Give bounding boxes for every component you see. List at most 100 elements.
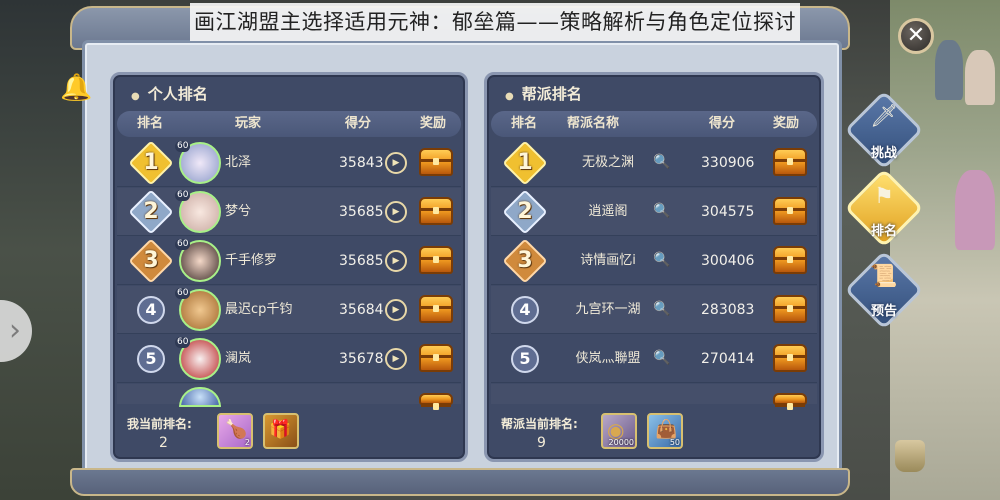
treasure-chest-icon[interactable] — [419, 295, 453, 323]
table-row[interactable]: 4 60 晨迟cp千钧 35684 ▶ — [117, 286, 461, 334]
player-name: 北泽 — [225, 155, 252, 170]
play-icon[interactable]: ▶ — [385, 152, 407, 174]
rank-number: 1 — [143, 150, 159, 175]
avatar — [179, 387, 221, 407]
guild-ranking-panel: ● 帮派排名 排名 帮派名称 得分 奖励 1 无极之渊 🔍 330906 2 逍遥… — [484, 72, 824, 462]
column-player: 玩家 — [235, 116, 262, 131]
npc-figure — [955, 170, 995, 250]
panel-title: ● 帮派排名 — [505, 85, 582, 103]
treasure-chest-icon[interactable] — [773, 148, 807, 176]
npc-figure — [935, 40, 963, 100]
reward-item-slot[interactable]: ◉ 20000 — [601, 413, 637, 449]
treasure-chest-icon[interactable] — [773, 246, 807, 274]
reward-item-slot[interactable]: 👜 50 — [647, 413, 683, 449]
score-value: 35678 — [339, 351, 384, 367]
rank-number: 5 — [137, 345, 165, 373]
search-icon[interactable]: 🔍 — [653, 153, 671, 171]
treasure-chest-icon[interactable] — [773, 197, 807, 225]
personal-ranking-panel: ● 个人排名 排名 玩家 得分 奖励 1 60 北泽 35843 ▶ 2 60 梦… — [110, 72, 468, 462]
table-row[interactable]: 3 60 千手修罗 35685 ▶ — [117, 237, 461, 285]
rank-number: 5 — [511, 345, 539, 373]
column-score: 得分 — [709, 116, 736, 131]
level-badge: 60 — [175, 288, 191, 299]
guild-name: 九宫环一湖 — [575, 302, 641, 317]
search-icon[interactable]: 🔍 — [653, 300, 671, 318]
level-badge: 60 — [175, 337, 191, 348]
player-name: 千手修罗 — [225, 253, 278, 268]
close-button[interactable]: ✕ — [898, 18, 934, 54]
rank-number: 3 — [517, 248, 533, 273]
treasure-chest-icon[interactable] — [773, 295, 807, 323]
table-row[interactable]: 3 诗情画忆i 🔍 300406 — [491, 237, 817, 285]
column-guild-name: 帮派名称 — [567, 116, 620, 131]
side-tab-label: 排名 — [870, 224, 897, 239]
scroll-icon: 📜 — [870, 264, 898, 289]
reward-item-slot[interactable]: 🍗 2 — [217, 413, 253, 449]
guild-name: 诗情画忆i — [580, 253, 636, 268]
score-value: 270414 — [701, 351, 755, 367]
search-icon[interactable]: 🔍 — [653, 251, 671, 269]
rank-number: 4 — [137, 296, 165, 324]
item-count: 50 — [669, 438, 680, 447]
guild-name: 侠岚灬聯盟 — [575, 351, 641, 366]
item-count: 2 — [244, 438, 250, 447]
table-row[interactable]: 2 60 梦兮 35685 ▶ — [117, 188, 461, 236]
column-rank: 排名 — [511, 116, 538, 131]
table-row[interactable]: 2 逍遥阁 🔍 304575 — [491, 188, 817, 236]
item-count: 20000 — [608, 438, 634, 447]
level-badge: 60 — [175, 190, 191, 201]
treasure-chest-icon[interactable] — [773, 344, 807, 372]
side-tab-label: 预告 — [870, 304, 897, 319]
table-row[interactable]: 5 60 澜岚 35678 ▶ — [117, 335, 461, 383]
guild-rank-label: 帮派当前排名: — [501, 417, 578, 431]
my-rank-footer: 我当前排名: 2 🍗 2 🎁 — [117, 407, 461, 459]
page-title: 画江湖盟主选择适用元神：郁垒篇——策略解析与角色定位探讨 — [190, 3, 800, 41]
frame-bottom-border — [70, 468, 850, 496]
play-icon[interactable]: ▶ — [385, 348, 407, 370]
player-name: 澜岚 — [225, 351, 252, 366]
score-value: 35685 — [339, 204, 384, 220]
score-value: 304575 — [701, 204, 755, 220]
treasure-chest-icon[interactable] — [419, 344, 453, 372]
table-row[interactable]: 5 侠岚灬聯盟 🔍 270414 — [491, 335, 817, 383]
rank-number: 2 — [517, 199, 533, 224]
column-header: 排名 玩家 得分 奖励 — [117, 111, 461, 137]
column-reward: 奖励 — [773, 116, 800, 131]
score-value: 35685 — [339, 253, 384, 269]
play-icon[interactable]: ▶ — [385, 299, 407, 321]
table-row-partial — [117, 384, 461, 410]
score-value: 283083 — [701, 302, 755, 318]
rank-number: 1 — [517, 150, 533, 175]
panel-title: ● 个人排名 — [131, 85, 208, 103]
column-score: 得分 — [345, 116, 372, 131]
close-icon: ✕ — [906, 23, 926, 48]
column-rank: 排名 — [137, 116, 164, 131]
score-value: 35843 — [339, 155, 384, 171]
guild-rank-value: 9 — [537, 435, 546, 451]
reward-item-slot[interactable]: 🎁 — [263, 413, 299, 449]
sword-icon: 🗡 — [870, 104, 898, 129]
banner-flag-icon: ⚑ — [874, 184, 894, 209]
player-name: 晨迟cp千钧 — [225, 302, 293, 317]
search-icon[interactable]: 🔍 — [653, 349, 671, 367]
treasure-chest-icon — [419, 393, 453, 410]
table-row-partial — [491, 384, 817, 410]
play-icon[interactable]: ▶ — [385, 250, 407, 272]
search-icon[interactable]: 🔍 — [653, 202, 671, 220]
rank-number: 4 — [511, 296, 539, 324]
level-badge: 60 — [175, 141, 191, 152]
table-row[interactable]: 1 无极之渊 🔍 330906 — [491, 139, 817, 187]
score-value: 35684 — [339, 302, 384, 318]
npc-figure — [965, 50, 995, 105]
play-icon[interactable]: ▶ — [385, 201, 407, 223]
treasure-chest-icon[interactable] — [419, 197, 453, 225]
guild-name: 无极之渊 — [581, 155, 634, 170]
table-row[interactable]: 4 九宫环一湖 🔍 283083 — [491, 286, 817, 334]
gift-icon: 🎁 — [269, 419, 292, 440]
treasure-chest-icon[interactable] — [419, 246, 453, 274]
treasure-chest-icon[interactable] — [419, 148, 453, 176]
my-rank-value: 2 — [159, 435, 168, 451]
lantern-icon[interactable] — [895, 440, 925, 472]
my-rank-label: 我当前排名: — [127, 417, 192, 431]
table-row[interactable]: 1 60 北泽 35843 ▶ — [117, 139, 461, 187]
